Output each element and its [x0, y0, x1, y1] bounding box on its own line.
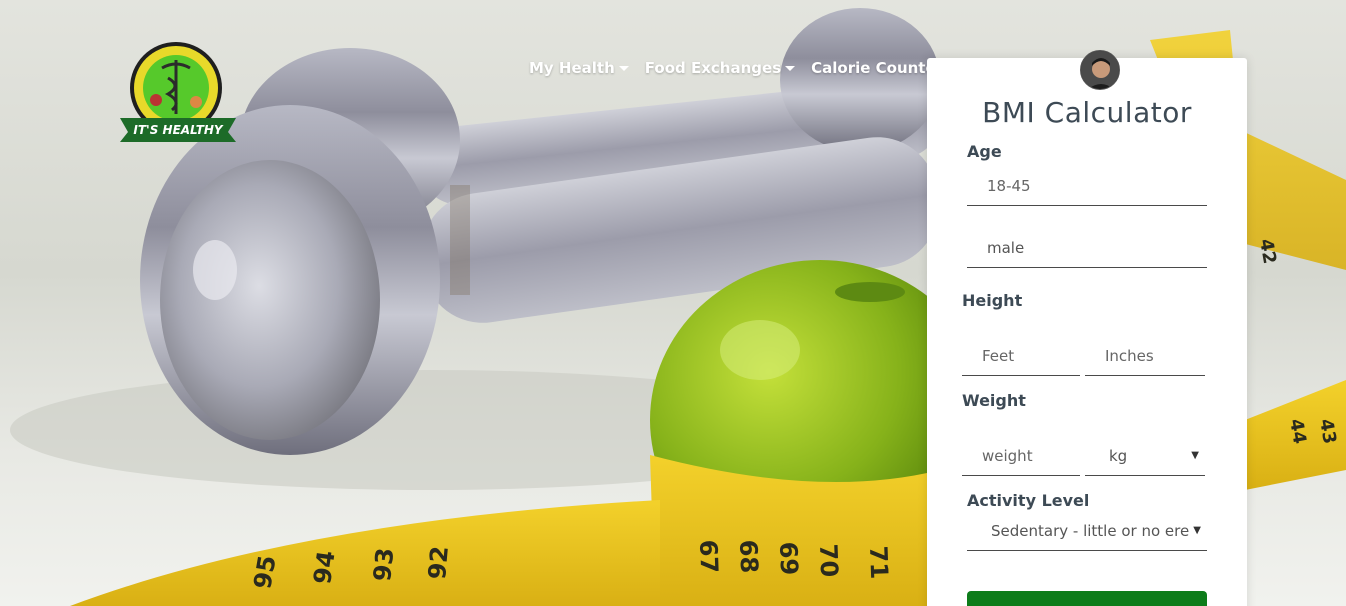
height-feet-field[interactable] — [962, 336, 1080, 376]
inches-input[interactable] — [1105, 346, 1205, 365]
activity-level-value: Sedentary - little or no ere — [991, 521, 1190, 540]
logo-text: IT'S HEALTHY — [133, 123, 224, 137]
chevron-down-icon: ▼ — [1191, 450, 1199, 461]
nav-calorie-counter[interactable]: Calorie Counter — [811, 59, 943, 77]
tape-number: 70 — [814, 543, 843, 577]
logo-emblem-icon: IT'S HEALTHY — [120, 42, 236, 142]
activity-level-select[interactable]: Sedentary - little or no ere ▼ — [967, 511, 1207, 551]
tape-number: 69 — [774, 541, 803, 575]
nav-my-health-label: My Health — [529, 59, 615, 77]
activity-level-label: Activity Level — [967, 491, 1090, 510]
site-logo[interactable]: IT'S HEALTHY — [116, 38, 240, 142]
nav-calorie-counter-label: Calorie Counter — [811, 59, 944, 77]
tape-number: 68 — [734, 539, 763, 573]
nav-food-exchanges[interactable]: Food Exchanges — [644, 59, 796, 77]
tape-number: 67 — [694, 539, 723, 573]
tape-number: 44 — [1285, 417, 1310, 445]
feet-input[interactable] — [982, 346, 1080, 365]
age-field[interactable] — [967, 166, 1207, 206]
bmi-title: BMI Calculator — [982, 96, 1192, 129]
gender-select[interactable]: male — [967, 228, 1207, 268]
calculate-button[interactable] — [967, 591, 1207, 606]
weight-field[interactable] — [962, 436, 1080, 476]
tape-number: 94 — [308, 549, 340, 586]
user-avatar-icon — [1081, 51, 1119, 89]
chevron-down-icon — [785, 66, 796, 71]
weight-input[interactable] — [982, 446, 1080, 465]
age-input[interactable] — [987, 176, 1207, 195]
chevron-down-icon: ▼ — [1193, 525, 1201, 536]
weight-label: Weight — [962, 391, 1026, 410]
tape-number: 42 — [1255, 237, 1280, 265]
tape-number: 43 — [1315, 417, 1340, 445]
age-label: Age — [967, 142, 1002, 161]
nav-my-health[interactable]: My Health — [529, 59, 629, 77]
weight-unit-select[interactable]: kg ▼ — [1085, 436, 1205, 476]
weight-unit-value: kg — [1109, 446, 1128, 465]
avatar[interactable] — [1080, 50, 1120, 90]
tape-number: 93 — [368, 546, 399, 582]
tape-number: 92 — [423, 545, 454, 581]
height-inches-field[interactable] — [1085, 336, 1205, 376]
height-label: Height — [962, 291, 1023, 310]
tape-number: 95 — [248, 553, 281, 591]
gender-value: male — [987, 238, 1025, 257]
bmi-calculator-card: BMI Calculator Age male Height Weight kg… — [927, 50, 1247, 606]
chevron-down-icon — [618, 66, 629, 71]
tape-number: 71 — [864, 545, 893, 579]
main-navigation: My Health Food Exchanges Calorie Counter… — [529, 57, 971, 79]
nav-food-exchanges-label: Food Exchanges — [644, 59, 782, 77]
